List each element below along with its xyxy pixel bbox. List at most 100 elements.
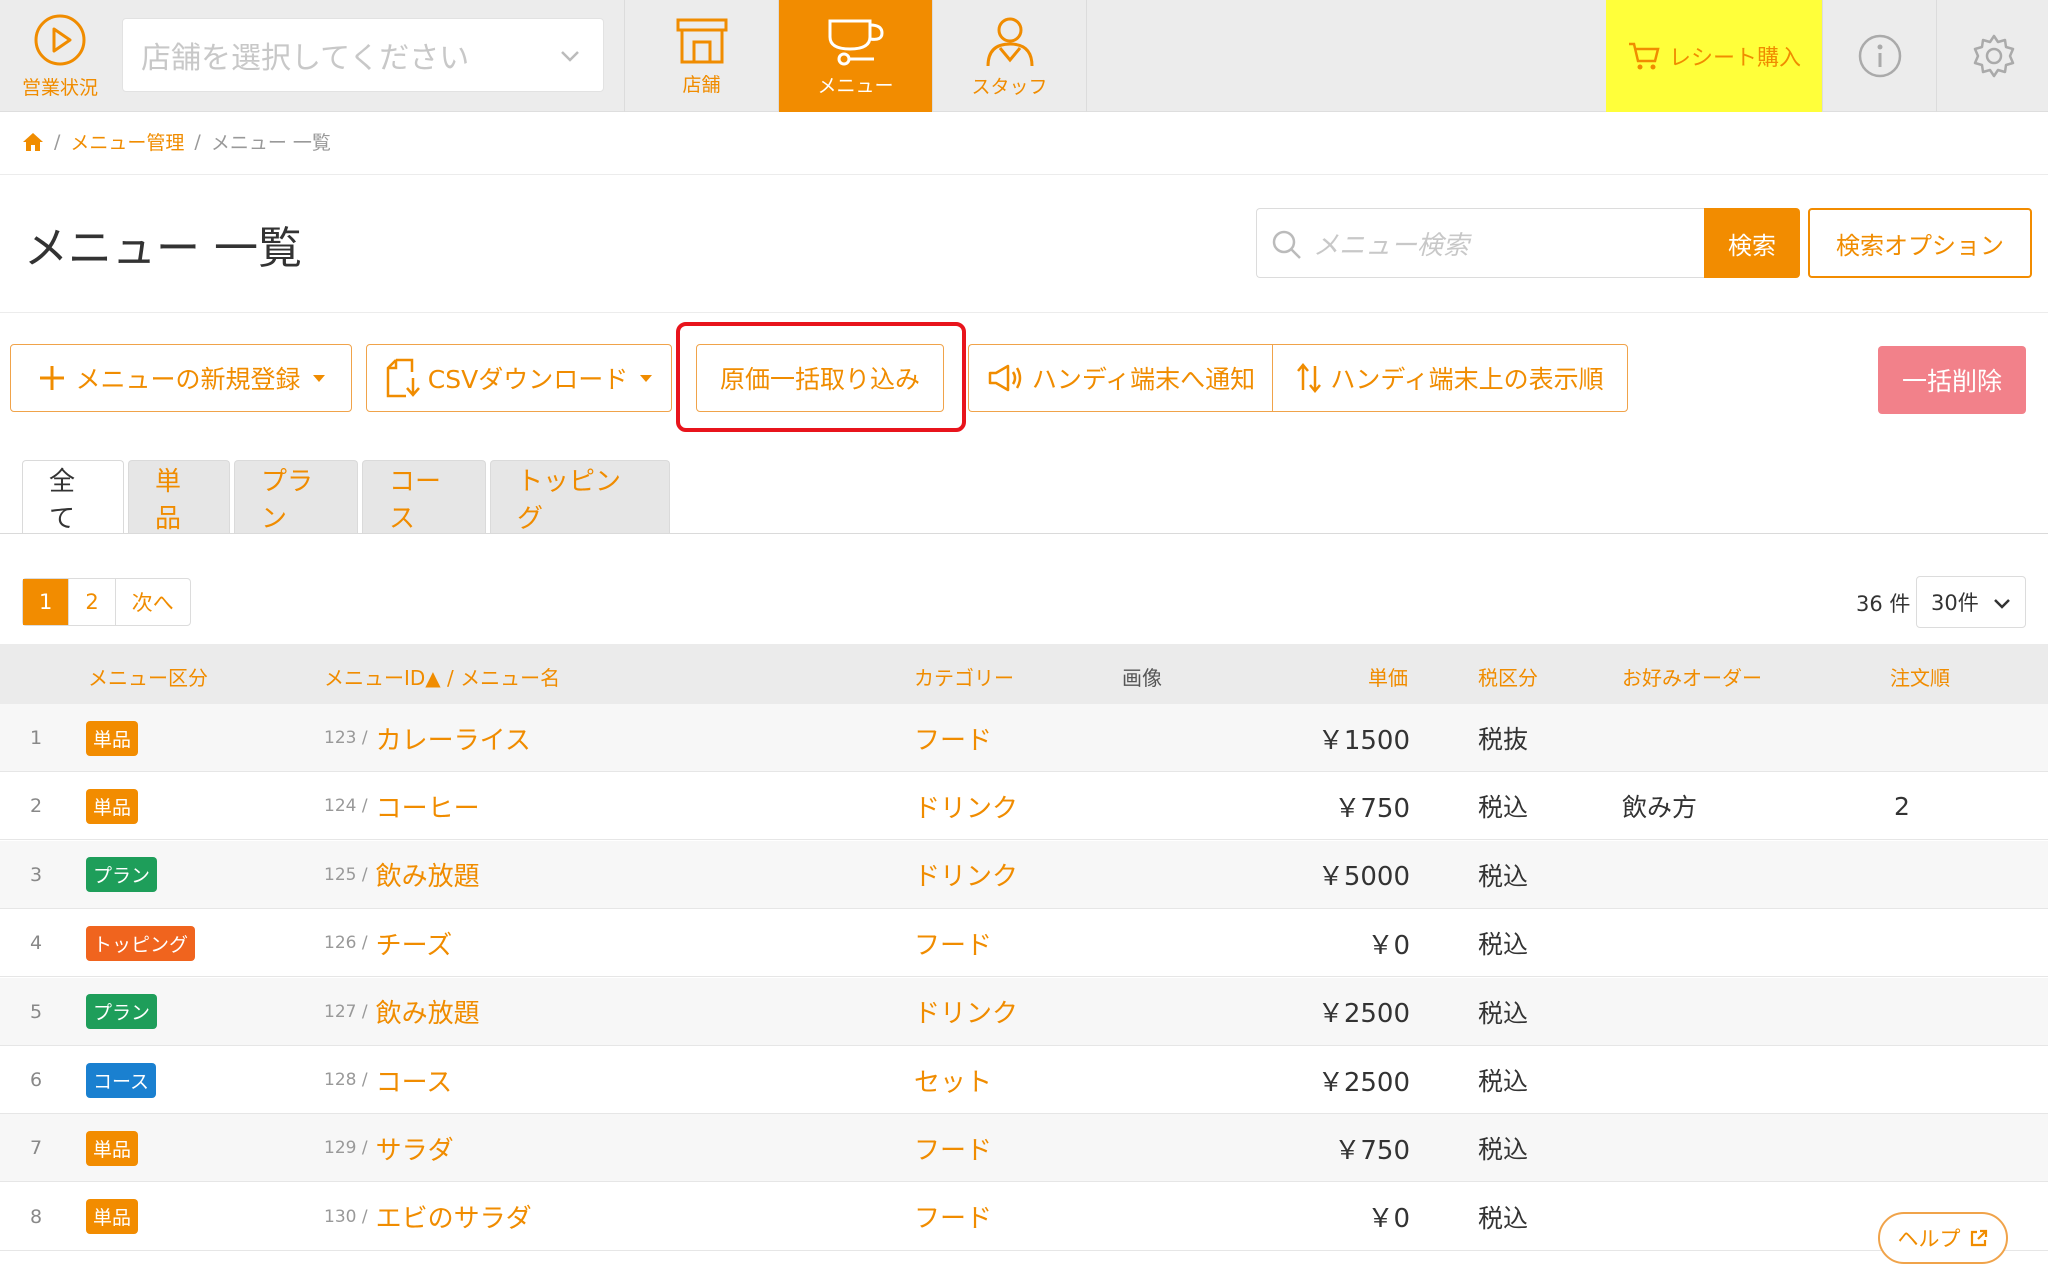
menu-tax-type: 税込 bbox=[1478, 1203, 1529, 1233]
search-options-button[interactable]: 検索オプション bbox=[1808, 208, 2032, 278]
column-order-sequence[interactable]: 注文順 bbox=[1890, 662, 1950, 691]
menu-type-badge: 単品 bbox=[86, 1130, 139, 1166]
table-row[interactable]: 6 コース 128 / コース セット ￥2500 税込 bbox=[0, 1046, 2048, 1114]
help-button[interactable]: ヘルプ bbox=[1878, 1212, 2008, 1264]
column-preference-order[interactable]: お好みオーダー bbox=[1622, 662, 1762, 691]
menu-id: 127 / bbox=[324, 1001, 368, 1022]
table-header: メニュー区分 メニューID▲ / メニュー名 カテゴリー 画像 単価 税区分 お… bbox=[0, 644, 2048, 704]
menu-cup-icon bbox=[828, 19, 884, 65]
store-select-dropdown[interactable]: 店舗を選択してください bbox=[122, 18, 604, 92]
notify-handy-button[interactable]: ハンディ端末へ通知 bbox=[968, 344, 1272, 412]
menu-category-link[interactable]: フード bbox=[914, 1198, 992, 1235]
menu-category-link[interactable]: ドリンク bbox=[914, 788, 1018, 825]
tab-topping[interactable]: トッピング bbox=[490, 460, 670, 534]
search-button[interactable]: 検索 bbox=[1704, 208, 1800, 278]
menu-category-link[interactable]: フード bbox=[914, 720, 992, 757]
chevron-down-icon bbox=[561, 51, 579, 62]
caret-down-icon bbox=[312, 374, 325, 382]
tab-all[interactable]: 全て bbox=[22, 460, 124, 534]
bulk-delete-button[interactable]: 一括削除 bbox=[1878, 346, 2026, 414]
new-menu-button[interactable]: メニューの新規登録 bbox=[10, 344, 352, 412]
tab-single[interactable]: 単品 bbox=[128, 460, 230, 534]
nav-tab-store-label: 店舗 bbox=[682, 73, 721, 96]
tab-course[interactable]: コース bbox=[362, 460, 486, 534]
row-number: 5 bbox=[30, 1000, 43, 1023]
menu-name-link[interactable]: コーヒー bbox=[376, 788, 480, 825]
column-tax[interactable]: 税区分 bbox=[1478, 662, 1538, 691]
tab-plan[interactable]: プラン bbox=[234, 460, 358, 534]
menu-type-badge: プラン bbox=[86, 857, 158, 893]
table-row[interactable]: 7 単品 129 / サラダ フード ￥750 税込 bbox=[0, 1114, 2048, 1183]
menu-tax-type: 税込 bbox=[1478, 861, 1529, 891]
nav-tab-store[interactable]: 店舗 bbox=[624, 0, 778, 112]
menu-id: 130 / bbox=[324, 1206, 368, 1227]
column-category[interactable]: カテゴリー bbox=[914, 662, 1014, 691]
cart-icon bbox=[1628, 42, 1660, 70]
menu-category-link[interactable]: フード bbox=[914, 925, 992, 962]
row-number: 8 bbox=[30, 1205, 43, 1228]
menu-tax-type: 税込 bbox=[1478, 1067, 1529, 1096]
breadcrumb-menu-management[interactable]: メニュー管理 bbox=[70, 128, 184, 155]
table-row[interactable]: 8 単品 130 / エビのサラダ フード ￥0 税込 bbox=[0, 1182, 2048, 1251]
page-2-button[interactable]: 2 bbox=[69, 579, 116, 625]
page-1-button[interactable]: 1 bbox=[23, 579, 70, 625]
menu-search-input[interactable]: メニュー検索 bbox=[1256, 208, 1704, 278]
table-row[interactable]: 5 プラン 127 / 飲み放題 ドリンク ￥2500 税込 bbox=[0, 977, 2048, 1046]
menu-category-link[interactable]: セット bbox=[914, 1062, 992, 1099]
home-icon[interactable] bbox=[22, 132, 44, 152]
menu-category-link[interactable]: ドリンク bbox=[914, 856, 1018, 893]
menu-name-link[interactable]: コース bbox=[376, 1062, 453, 1099]
menu-name-link[interactable]: カレーライス bbox=[376, 720, 531, 757]
business-status-button[interactable]: 営業状況 bbox=[0, 0, 120, 112]
new-menu-label: メニューの新規登録 bbox=[75, 365, 301, 394]
menu-category-link[interactable]: ドリンク bbox=[914, 993, 1018, 1030]
menu-price: ￥750 bbox=[1334, 793, 1410, 824]
total-count: 36 件 bbox=[1856, 592, 1911, 616]
table-row[interactable]: 1 単品 123 / カレーライス フード ￥1500 税抜 bbox=[0, 704, 2048, 772]
csv-download-button[interactable]: CSVダウンロード bbox=[366, 344, 672, 412]
menu-id: 126 / bbox=[324, 933, 368, 954]
table-row[interactable]: 3 プラン 125 / 飲み放題 ドリンク ￥5000 税込 bbox=[0, 840, 2048, 909]
menu-id: 129 / bbox=[324, 1138, 368, 1159]
receipt-purchase-button[interactable]: レシート購入 bbox=[1606, 0, 1822, 112]
column-id-name[interactable]: メニューID▲ / メニュー名 bbox=[324, 662, 560, 691]
business-status-label: 営業状況 bbox=[21, 76, 98, 99]
tabs-underline bbox=[0, 533, 2048, 534]
menu-tax-type: 税込 bbox=[1478, 793, 1529, 823]
table-row[interactable]: 4 トッピング 126 / チーズ フード ￥0 税込 bbox=[0, 909, 2048, 978]
handy-display-order-label: ハンディ端末上の表示順 bbox=[1330, 365, 1604, 394]
column-price[interactable]: 単価 bbox=[1368, 662, 1408, 691]
menu-name-link[interactable]: 飲み放題 bbox=[376, 993, 480, 1030]
breadcrumb-separator: / bbox=[194, 130, 201, 153]
next-page-button[interactable]: 次へ bbox=[116, 579, 190, 625]
menu-name-link[interactable]: エビのサラダ bbox=[376, 1198, 532, 1235]
breadcrumb-divider bbox=[0, 174, 2048, 175]
menu-name-link[interactable]: チーズ bbox=[376, 925, 453, 962]
menu-id: 128 / bbox=[324, 1070, 368, 1090]
nav-tab-menu[interactable]: メニュー bbox=[778, 0, 932, 112]
table-row[interactable]: 2 単品 124 / コーヒー ドリンク ￥750 税込 飲み方 2 bbox=[0, 772, 2048, 841]
info-button[interactable] bbox=[1822, 0, 1936, 112]
nav-tab-staff-label: スタッフ bbox=[971, 75, 1048, 98]
column-image: 画像 bbox=[1122, 666, 1162, 690]
receipt-purchase-label: レシート購入 bbox=[1668, 46, 1801, 71]
menu-category-link[interactable]: フード bbox=[914, 1130, 992, 1167]
store-icon bbox=[676, 18, 727, 63]
menu-name-link[interactable]: 飲み放題 bbox=[376, 856, 480, 893]
menu-name-link[interactable]: サラダ bbox=[376, 1130, 454, 1167]
column-menu-type[interactable]: メニュー区分 bbox=[88, 662, 208, 691]
menu-price: ￥0 bbox=[1367, 1204, 1410, 1235]
megaphone-icon bbox=[988, 364, 1022, 392]
header-divider bbox=[0, 312, 2048, 313]
store-select-placeholder: 店舗を選択してください bbox=[141, 41, 470, 76]
handy-display-order-button[interactable]: ハンディ端末上の表示順 bbox=[1272, 344, 1628, 412]
menu-type-badge: プラン bbox=[86, 994, 158, 1030]
nav-tab-staff[interactable]: スタッフ bbox=[932, 0, 1086, 112]
settings-button[interactable] bbox=[1936, 0, 2048, 112]
sort-arrows-icon bbox=[1297, 363, 1322, 393]
menu-tax-type: 税抜 bbox=[1478, 725, 1529, 754]
per-page-select[interactable]: 30件 bbox=[1916, 576, 2026, 628]
menu-tax-type: 税込 bbox=[1478, 1135, 1529, 1165]
menu-type-badge: コース bbox=[86, 1062, 157, 1098]
menu-price: ￥0 bbox=[1367, 930, 1410, 961]
